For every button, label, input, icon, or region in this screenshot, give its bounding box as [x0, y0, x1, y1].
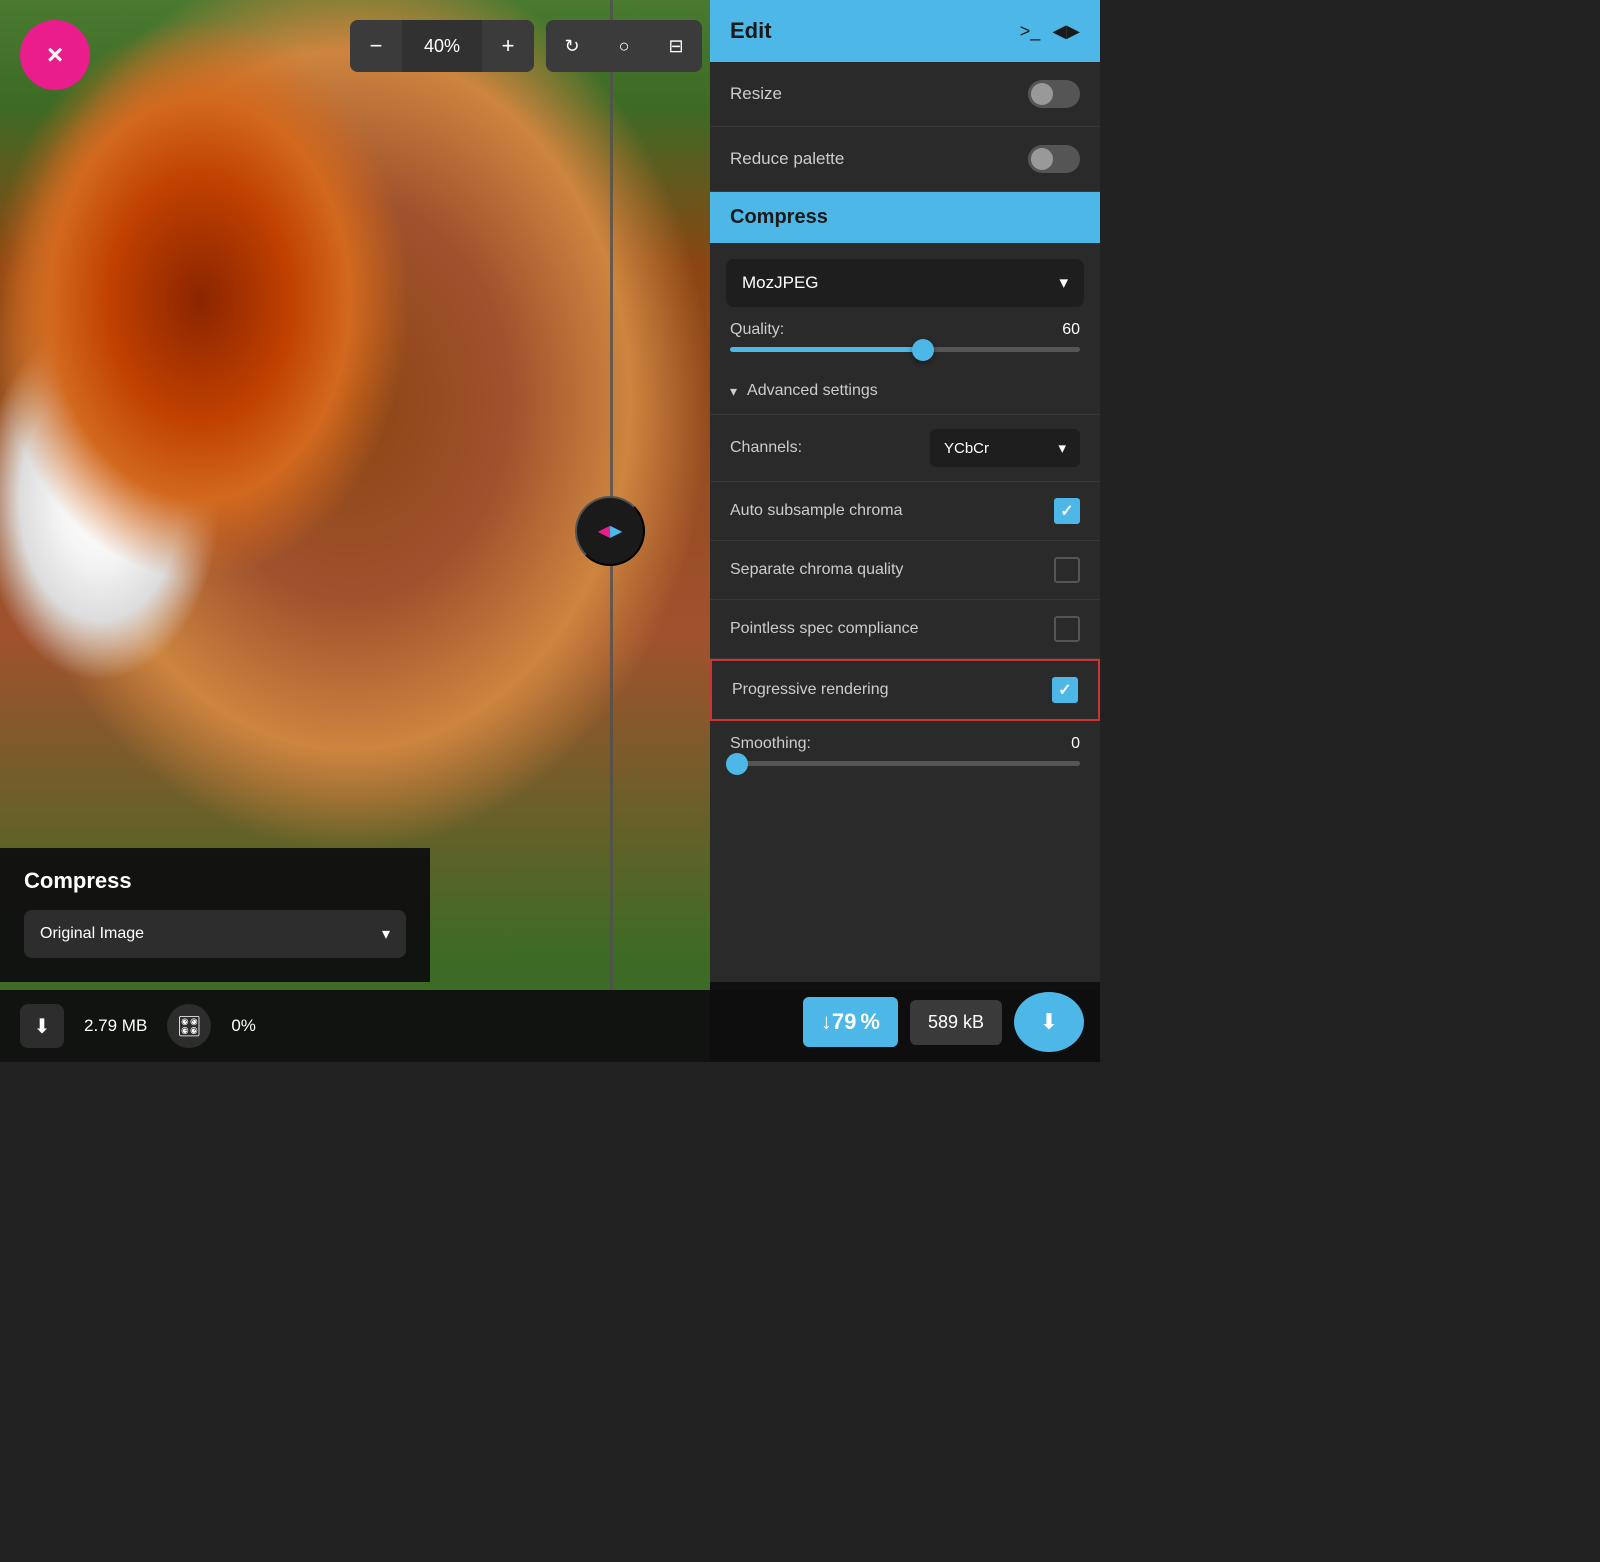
- smoothing-label: Smoothing:: [730, 735, 811, 753]
- compress-section-title: Compress: [730, 206, 828, 228]
- channels-chevron-icon: ▾: [1058, 439, 1066, 457]
- auto-subsample-row: Auto subsample chroma: [710, 482, 1100, 541]
- rotate-button[interactable]: ↻: [546, 20, 598, 72]
- smoothing-value: 0: [1071, 735, 1080, 753]
- channels-dropdown[interactable]: YCbCr ▾: [930, 429, 1080, 467]
- progressive-rendering-row: Progressive rendering: [710, 659, 1100, 721]
- smoothing-slider-track[interactable]: [730, 761, 1080, 766]
- edit-title: Edit: [730, 18, 772, 44]
- progressive-rendering-label: Progressive rendering: [732, 681, 889, 699]
- channels-row: Channels: YCbCr ▾: [710, 415, 1100, 482]
- edit-header-icons: >_ ◀▶: [1020, 21, 1080, 42]
- save-icon: ⬇: [1040, 1009, 1058, 1035]
- top-toolbar: − 40% + ↻ ○ ⊟: [350, 20, 702, 72]
- quality-value: 60: [1062, 321, 1080, 339]
- code-icon-button[interactable]: >_: [1020, 21, 1041, 42]
- channels-value: YCbCr: [944, 440, 989, 457]
- quality-label: Quality:: [730, 321, 784, 339]
- grid-view-button[interactable]: ⊟: [650, 20, 702, 72]
- compression-badge: ↓79 %: [803, 997, 898, 1047]
- code-icon: >_: [1020, 21, 1041, 41]
- zoom-controls: − 40% +: [350, 20, 534, 72]
- pointless-spec-checkbox[interactable]: [1054, 616, 1080, 642]
- advanced-settings-toggle[interactable]: ▾ Advanced settings: [710, 368, 1100, 415]
- right-panel: Edit >_ ◀▶ Resize Reduce palette Compres…: [710, 0, 1100, 1062]
- quality-slider-track[interactable]: [730, 347, 1080, 352]
- bottom-right-actions: ↓79 % 589 kB ⬇: [710, 982, 1100, 1062]
- quality-slider-container: [710, 343, 1100, 368]
- compress-panel-title: Compress: [24, 868, 406, 894]
- save-button[interactable]: ⬇: [1014, 992, 1084, 1052]
- view-controls: ↻ ○ ⊟: [546, 20, 702, 72]
- file-size-badge: 589 kB: [910, 1000, 1002, 1045]
- separate-chroma-row: Separate chroma quality: [710, 541, 1100, 600]
- original-image-dropdown[interactable]: Original Image ▾: [24, 910, 406, 958]
- zoom-out-button[interactable]: −: [350, 20, 402, 72]
- compress-percent-stat: 0%: [231, 1016, 256, 1036]
- codec-label: MozJPEG: [742, 273, 819, 293]
- smoothing-slider-thumb[interactable]: [726, 753, 748, 775]
- codec-chevron-icon: ▾: [1059, 273, 1068, 293]
- file-size-stat: 2.79 MB: [84, 1016, 147, 1036]
- separate-chroma-checkbox[interactable]: [1054, 557, 1080, 583]
- smoothing-slider-container: [710, 757, 1100, 782]
- compress-stat-icon: 🎛: [167, 1004, 211, 1048]
- close-button[interactable]: ×: [20, 20, 90, 90]
- pointless-spec-row: Pointless spec compliance: [710, 600, 1100, 659]
- compression-percent: ↓79: [821, 1009, 856, 1035]
- codec-dropdown[interactable]: MozJPEG ▾: [726, 259, 1084, 307]
- compare-handle-button[interactable]: ◀ ▶: [575, 496, 645, 566]
- arrow-icon-button[interactable]: ◀▶: [1052, 21, 1080, 42]
- reduce-palette-label: Reduce palette: [730, 149, 844, 169]
- advanced-chevron-icon: ▾: [730, 383, 737, 400]
- auto-subsample-label: Auto subsample chroma: [730, 502, 903, 520]
- smoothing-row: Smoothing: 0: [710, 721, 1100, 757]
- resize-label: Resize: [730, 84, 782, 104]
- original-image-label: Original Image: [40, 925, 144, 943]
- resize-row: Resize: [710, 62, 1100, 127]
- reduce-palette-toggle[interactable]: [1028, 145, 1080, 173]
- close-icon: ×: [47, 39, 63, 71]
- edit-header: Edit >_ ◀▶: [710, 0, 1100, 62]
- progressive-rendering-checkbox[interactable]: [1052, 677, 1078, 703]
- auto-subsample-checkbox[interactable]: [1054, 498, 1080, 524]
- compress-section-header: Compress: [710, 192, 1100, 243]
- advanced-settings-label: Advanced settings: [747, 382, 878, 400]
- download-stat-icon: ⬇: [20, 1004, 64, 1048]
- arrow-nav-icon: ◀▶: [1052, 21, 1080, 41]
- compression-unit: %: [860, 1009, 880, 1035]
- circle-view-button[interactable]: ○: [598, 20, 650, 72]
- zoom-in-button[interactable]: +: [482, 20, 534, 72]
- quality-slider-thumb[interactable]: [912, 339, 934, 361]
- dropdown-arrow-icon: ▾: [382, 924, 390, 944]
- zoom-value-display: 40%: [402, 20, 482, 72]
- bottom-compress-panel: Compress Original Image ▾: [0, 848, 430, 982]
- quality-row: Quality: 60: [710, 307, 1100, 343]
- resize-toggle[interactable]: [1028, 80, 1080, 108]
- channels-label: Channels:: [730, 439, 802, 457]
- pointless-spec-label: Pointless spec compliance: [730, 620, 919, 638]
- reduce-palette-row: Reduce palette: [710, 127, 1100, 192]
- separate-chroma-label: Separate chroma quality: [730, 561, 903, 579]
